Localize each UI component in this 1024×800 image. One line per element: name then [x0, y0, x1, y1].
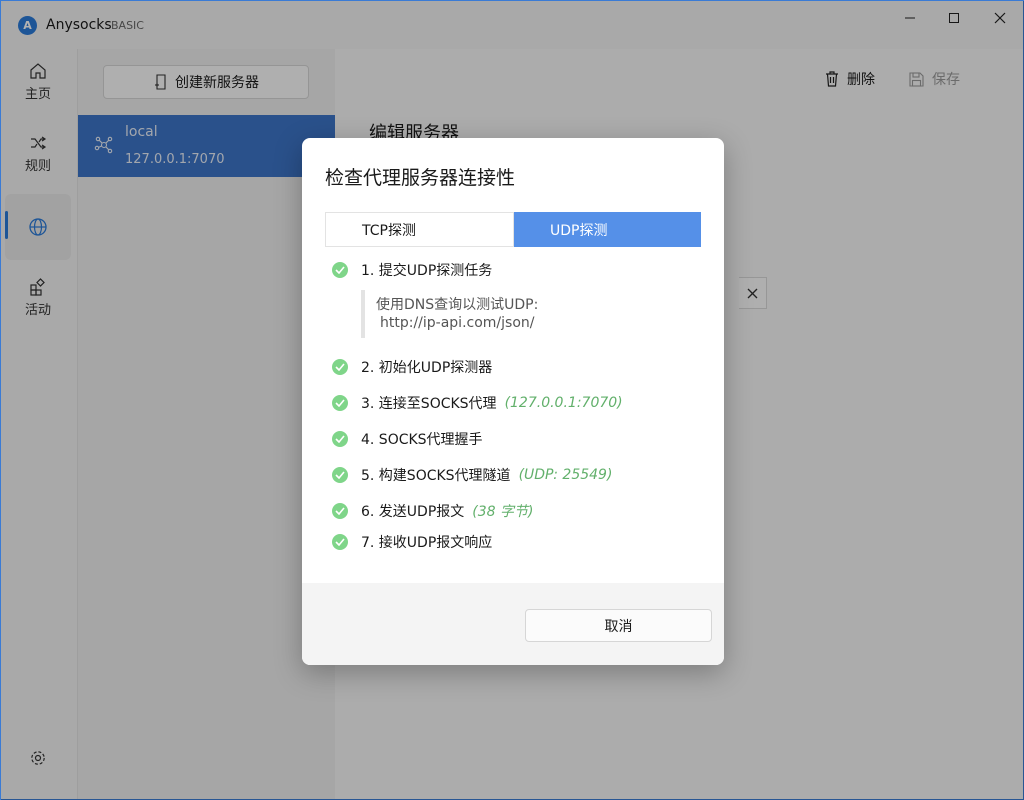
probe-step: 1. 提交UDP探测任务 [332, 259, 492, 281]
probe-step: 2. 初始化UDP探测器 [332, 356, 492, 378]
tab-tcp-probe[interactable]: TCP探测 [325, 212, 514, 247]
probe-tabs: TCP探测 UDP探测 [325, 212, 701, 247]
step-text: 5. 构建SOCKS代理隧道 [361, 468, 511, 484]
step-text: 3. 连接至SOCKS代理 [361, 396, 497, 412]
step-detail-line: 使用DNS查询以测试UDP: [376, 297, 539, 313]
step-detail-url: http://ip-api.com/json/ [380, 315, 535, 331]
connectivity-dialog: 检查代理服务器连接性 TCP探测 UDP探测 1. 提交UDP探测任务 使用DN… [302, 138, 724, 665]
check-icon [332, 503, 348, 519]
probe-step: 4. SOCKS代理握手 [332, 428, 483, 450]
check-icon [332, 262, 348, 278]
app-window: A Anysocks BASIC 主页 规则 活动 创建新服务器 local 1… [0, 0, 1024, 800]
step-text: 7. 接收UDP报文响应 [361, 535, 493, 551]
step-text: 6. 发送UDP报文 [361, 504, 465, 520]
step-note: (UDP: 25549) [518, 467, 613, 483]
step-text: 1. 提交UDP探测任务 [361, 263, 493, 279]
check-icon [332, 431, 348, 447]
probe-step: 6. 发送UDP报文 (38 字节) [332, 500, 533, 522]
check-icon [332, 534, 348, 550]
step-text: 2. 初始化UDP探测器 [361, 360, 493, 376]
step-note: (38 字节) [472, 504, 534, 520]
dialog-title: 检查代理服务器连接性 [325, 167, 516, 189]
step-detail: 使用DNS查询以测试UDP: http://ip-api.com/json/ [361, 290, 561, 338]
check-icon [332, 395, 348, 411]
probe-step: 7. 接收UDP报文响应 [332, 531, 492, 553]
step-text: 4. SOCKS代理握手 [361, 432, 483, 448]
check-icon [332, 467, 348, 483]
probe-step: 5. 构建SOCKS代理隧道 (UDP: 25549) [332, 464, 612, 486]
tab-udp-probe[interactable]: UDP探测 [514, 212, 701, 247]
step-note: (127.0.0.1:7070) [504, 395, 623, 411]
check-icon [332, 359, 348, 375]
cancel-button[interactable]: 取消 [525, 609, 712, 642]
dialog-footer: 取消 [302, 583, 724, 665]
probe-step: 3. 连接至SOCKS代理 (127.0.0.1:7070) [332, 392, 623, 414]
